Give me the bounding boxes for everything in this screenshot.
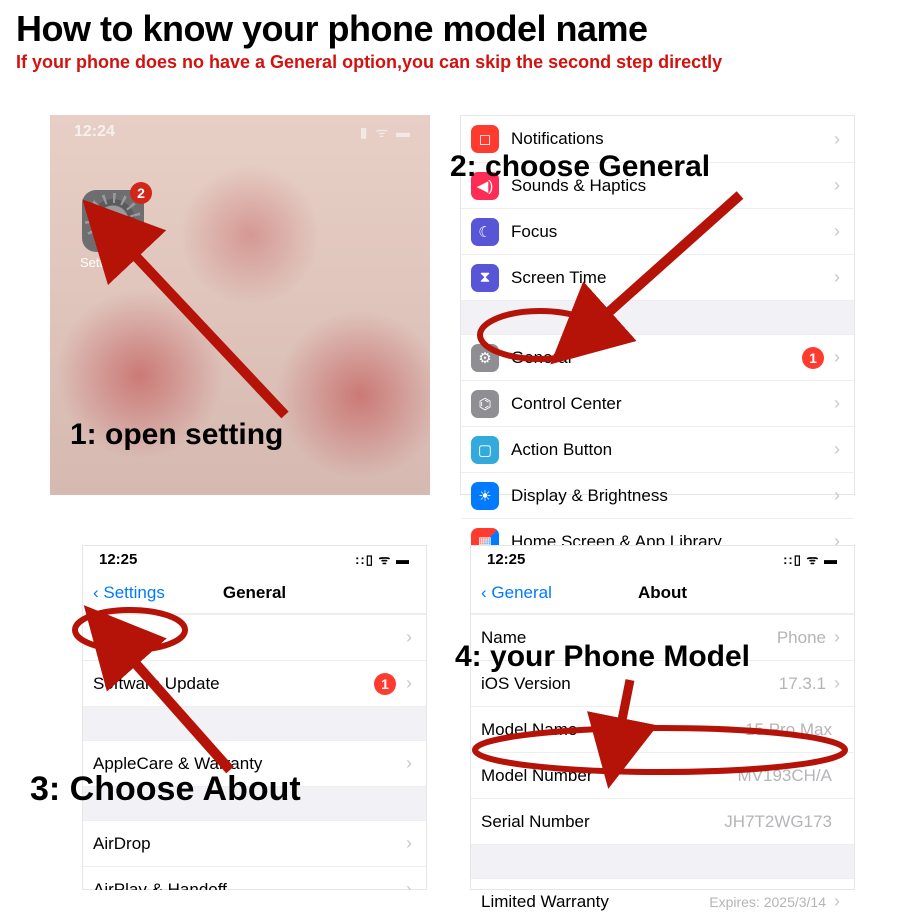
nav-title: About: [638, 583, 687, 603]
row-label: Control Center: [511, 394, 834, 414]
row-label: Serial Number: [481, 812, 724, 832]
chevron-right-icon: ›: [834, 221, 840, 242]
row-value: MV193CH/A: [738, 766, 832, 786]
row-general[interactable]: ⚙ General 1 ›: [461, 334, 854, 380]
hourglass-icon: ⧗: [471, 264, 499, 292]
row-modelnumber[interactable]: Model Number MV193CH/A: [471, 752, 854, 798]
chevron-right-icon: ›: [406, 753, 412, 774]
step3-panel: 12:25 ::▯ ᯤ ▬ ‹ Settings General About ›…: [82, 545, 427, 890]
chevron-right-icon: ›: [834, 267, 840, 288]
chevron-right-icon: ›: [834, 485, 840, 506]
row-airdrop[interactable]: AirDrop ›: [83, 820, 426, 866]
row-label: Notifications: [511, 129, 834, 149]
badge: 1: [802, 347, 824, 369]
step1-caption: 1: open setting: [70, 418, 283, 452]
section-gap: [471, 844, 854, 878]
row-screentime[interactable]: ⧗ Screen Time ›: [461, 254, 854, 300]
sliders-icon: ⌬: [471, 390, 499, 418]
gear-icon: [91, 199, 135, 243]
row-label: General: [511, 348, 802, 368]
page-subtitle: If your phone does no have a General opt…: [0, 52, 900, 83]
brightness-icon: ☀: [471, 482, 499, 510]
row-label: Software Update: [93, 674, 374, 694]
row-serialnumber[interactable]: Serial Number JH7T2WG173: [471, 798, 854, 844]
row-label: Screen Time: [511, 268, 834, 288]
status-icons: ▮ ᯤ ▬: [360, 123, 412, 142]
action-icon: ▢: [471, 436, 499, 464]
row-value: 15 Pro Max: [745, 720, 832, 740]
row-label: AirPlay & Handoff: [93, 880, 406, 891]
row-focus[interactable]: ☾ Focus ›: [461, 208, 854, 254]
row-label: Limited Warranty: [481, 892, 709, 912]
step4-panel: 12:25 ::▯ ᯤ ▬ ‹ General About Name Phone…: [470, 545, 855, 890]
row-airplay[interactable]: AirPlay & Handoff ›: [83, 866, 426, 890]
nav-bar: ‹ General About: [471, 572, 854, 614]
back-label: General: [491, 583, 551, 602]
chevron-right-icon: ›: [834, 129, 840, 150]
row-about[interactable]: About ›: [83, 614, 426, 660]
status-time: 12:25: [99, 551, 137, 568]
settings-app-icon[interactable]: 2: [82, 190, 144, 252]
row-controlcenter[interactable]: ⌬ Control Center ›: [461, 380, 854, 426]
row-label: Display & Brightness: [511, 486, 834, 506]
status-time: 12:24: [74, 123, 115, 141]
row-softwareupdate[interactable]: Software Update 1 ›: [83, 660, 426, 706]
chevron-right-icon: ›: [834, 673, 840, 694]
moon-icon: ☾: [471, 218, 499, 246]
row-label: iOS Version: [481, 674, 779, 694]
step4-caption: 4: your Phone Model: [455, 640, 750, 674]
row-label: Focus: [511, 222, 834, 242]
row-value: Phone: [777, 628, 826, 648]
nav-title: General: [223, 583, 286, 603]
section-gap: [83, 706, 426, 740]
settings-badge: 2: [130, 182, 152, 204]
gear-icon: ⚙: [471, 344, 499, 372]
status-icons: ::▯ ᯤ ▬: [355, 550, 410, 568]
status-bar: 12:25 ::▯ ᯤ ▬: [471, 546, 854, 572]
row-label: AirDrop: [93, 834, 406, 854]
chevron-right-icon: ›: [406, 879, 412, 890]
chevron-right-icon: ›: [406, 673, 412, 694]
row-warranty[interactable]: Limited Warranty Expires: 2025/3/14 ›: [471, 878, 854, 924]
row-label: Model Name: [481, 720, 745, 740]
general-screen: 12:25 ::▯ ᯤ ▬ ‹ Settings General About ›…: [82, 545, 427, 890]
status-icons: ::▯ ᯤ ▬: [783, 550, 838, 568]
row-value: JH7T2WG173: [724, 812, 832, 832]
chevron-right-icon: ›: [834, 439, 840, 460]
badge: 1: [374, 673, 396, 695]
section-gap: [461, 300, 854, 334]
row-label: About: [93, 628, 406, 648]
row-value: Expires: 2025/3/14: [709, 894, 826, 910]
chevron-right-icon: ›: [834, 393, 840, 414]
back-button[interactable]: ‹ Settings: [93, 583, 165, 603]
chevron-right-icon: ›: [834, 347, 840, 368]
back-label: Settings: [103, 583, 164, 602]
row-modelname[interactable]: Model Name 15 Pro Max: [471, 706, 854, 752]
back-button[interactable]: ‹ General: [481, 583, 552, 603]
step3-caption: 3: Choose About: [30, 770, 301, 809]
row-label: Action Button: [511, 440, 834, 460]
chevron-right-icon: ›: [834, 627, 840, 648]
about-screen: 12:25 ::▯ ᯤ ▬ ‹ General About Name Phone…: [470, 545, 855, 890]
page-title: How to know your phone model name: [0, 0, 900, 52]
row-display[interactable]: ☀ Display & Brightness ›: [461, 472, 854, 518]
row-actionbutton[interactable]: ▢ Action Button ›: [461, 426, 854, 472]
chevron-right-icon: ›: [406, 627, 412, 648]
chevron-right-icon: ›: [406, 833, 412, 854]
row-value: 17.3.1: [779, 674, 826, 694]
bell-icon: ◻: [471, 125, 499, 153]
chevron-right-icon: ›: [834, 175, 840, 196]
chevron-right-icon: ›: [834, 891, 840, 912]
settings-app-label: Settings: [80, 255, 127, 270]
row-label: Model Number: [481, 766, 738, 786]
nav-bar: ‹ Settings General: [83, 572, 426, 614]
step2-caption: 2: choose General: [450, 150, 710, 184]
status-time: 12:25: [487, 551, 525, 568]
status-bar: 12:25 ::▯ ᯤ ▬: [83, 546, 426, 572]
